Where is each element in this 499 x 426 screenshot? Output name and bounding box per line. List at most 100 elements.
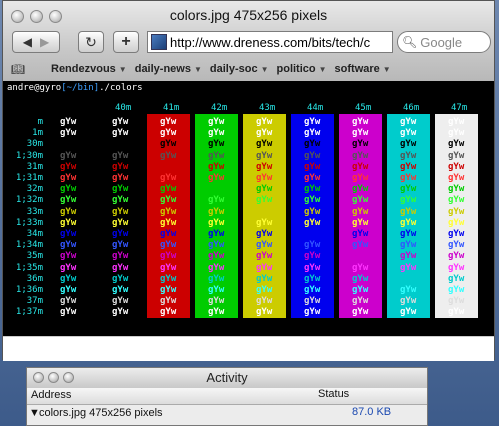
color-sample: gYw: [208, 117, 225, 127]
forward-arrow-icon[interactable]: ▶: [40, 35, 49, 49]
color-sample: gYw: [256, 307, 273, 318]
color-sample: gYw: [112, 139, 129, 150]
color-sample: gYw: [400, 273, 417, 284]
color-sample: gYw: [304, 173, 321, 183]
fg-code-label: 31m: [26, 161, 43, 172]
color-sample: gYw: [256, 184, 273, 195]
color-sample: gYw: [256, 206, 273, 217]
color-sample: gYw: [112, 240, 129, 251]
bookmark-label: daily-soc: [209, 63, 258, 75]
color-sample: gYw: [208, 240, 225, 251]
color-sample: gYw: [352, 150, 369, 161]
color-sample: gYw: [352, 184, 369, 195]
bookmark-daily-news[interactable]: daily-news ▼: [135, 63, 202, 75]
address-input[interactable]: http://www.dreness.com/bits/tech/c: [170, 35, 370, 50]
color-sample: gYw: [160, 195, 177, 206]
color-sample: gYw: [352, 173, 369, 183]
back-forward-buttons[interactable]: ◀ ▶: [12, 31, 60, 53]
color-sample: gYw: [448, 150, 465, 161]
bg-code-header: 44m: [307, 103, 324, 113]
color-sample: gYw: [352, 285, 369, 295]
color-sample: gYw: [160, 161, 177, 172]
color-sample: gYw: [256, 273, 273, 284]
color-sample: gYw: [400, 128, 417, 139]
browser-window: colors.jpg 475x256 pixels ◀ ▶ ↻ + http:/…: [2, 0, 495, 361]
status-column-header[interactable]: Status: [318, 388, 349, 400]
color-sample: gYw: [256, 229, 273, 239]
color-sample: gYw: [400, 229, 417, 239]
color-sample: gYw: [256, 240, 273, 251]
bookmark-politico[interactable]: politico ▼: [277, 63, 327, 75]
color-sample: gYw: [160, 206, 177, 217]
color-sample: gYw: [60, 251, 77, 262]
color-sample: gYw: [208, 217, 225, 228]
color-sample: gYw: [448, 117, 465, 127]
color-sample: gYw: [60, 184, 77, 195]
color-sample: gYw: [304, 161, 321, 172]
bookmark-software[interactable]: software ▼: [335, 63, 391, 75]
color-sample: gYw: [352, 206, 369, 217]
title-bar: colors.jpg 475x256 pixels ◀ ▶ ↻ + http:/…: [3, 1, 494, 82]
bookmark-label: daily-news: [134, 63, 191, 75]
color-sample: gYw: [448, 262, 465, 273]
color-sample: gYw: [352, 139, 369, 150]
fg-code-label: 1m: [32, 128, 43, 139]
color-sample: gYw: [208, 173, 225, 183]
address-bar[interactable]: http://www.dreness.com/bits/tech/c: [147, 31, 393, 53]
color-sample: gYw: [112, 262, 129, 273]
reload-button[interactable]: ↻: [78, 31, 104, 53]
color-sample: gYw: [160, 128, 177, 139]
favicon-icon: [151, 34, 167, 50]
color-sample: gYw: [60, 229, 77, 239]
color-sample: gYw: [160, 150, 177, 161]
close-window-button[interactable]: [33, 372, 44, 383]
color-sample: gYw: [208, 139, 225, 150]
fg-code-label: 1;30m: [15, 150, 43, 161]
color-sample: gYw: [160, 229, 177, 239]
color-sample: gYw: [304, 217, 321, 228]
zoom-window-button[interactable]: [63, 372, 74, 383]
color-sample: gYw: [256, 173, 273, 183]
color-sample: gYw: [352, 251, 369, 262]
add-bookmark-button[interactable]: +: [113, 31, 139, 53]
fg-code-label: 1;36m: [15, 285, 43, 295]
color-sample: gYw: [160, 173, 177, 183]
color-sample: gYw: [256, 150, 273, 161]
color-sample: gYw: [112, 206, 129, 217]
color-sample: gYw: [400, 173, 417, 183]
bookmark-daily-soc[interactable]: daily-soc ▼: [210, 63, 269, 75]
color-sample: gYw: [352, 161, 369, 172]
color-sample: gYw: [112, 217, 129, 228]
color-sample: gYw: [160, 296, 177, 307]
back-arrow-icon[interactable]: ◀: [23, 35, 32, 49]
fg-code-label: 34m: [26, 229, 43, 239]
search-field[interactable]: 🔍︎ Google: [397, 31, 491, 53]
color-sample: gYw: [160, 285, 177, 295]
color-sample: gYw: [160, 184, 177, 195]
activity-title-bar: Activity: [27, 368, 427, 388]
fg-code-label: 30m: [26, 139, 43, 150]
color-sample: gYw: [208, 251, 225, 262]
color-sample: gYw: [304, 229, 321, 239]
color-sample: gYw: [400, 184, 417, 195]
bookmarks-book-icon[interactable]: 📖︎: [11, 63, 31, 76]
color-sample: gYw: [208, 229, 225, 239]
color-sample: gYw: [208, 184, 225, 195]
bookmark-rendezvous[interactable]: Rendezvous ▼: [51, 63, 127, 75]
color-sample: gYw: [352, 195, 369, 206]
address-column-header[interactable]: Address: [31, 389, 71, 401]
bg-code-header: 40m: [115, 103, 132, 113]
color-sample: gYw: [304, 251, 321, 262]
color-sample: gYw: [400, 296, 417, 307]
terminal-prompt: andre@gyro[~/bin]./colors: [7, 83, 143, 93]
color-sample: gYw: [256, 161, 273, 172]
color-sample: gYw: [256, 217, 273, 228]
search-icon: 🔍︎: [402, 35, 418, 49]
color-sample: gYw: [352, 117, 369, 127]
color-sample: gYw: [352, 296, 369, 307]
color-sample: gYw: [112, 229, 129, 239]
minimize-window-button[interactable]: [48, 372, 59, 383]
chevron-down-icon: ▼: [118, 64, 127, 74]
color-sample: gYw: [400, 251, 417, 262]
color-sample: gYw: [112, 161, 129, 172]
